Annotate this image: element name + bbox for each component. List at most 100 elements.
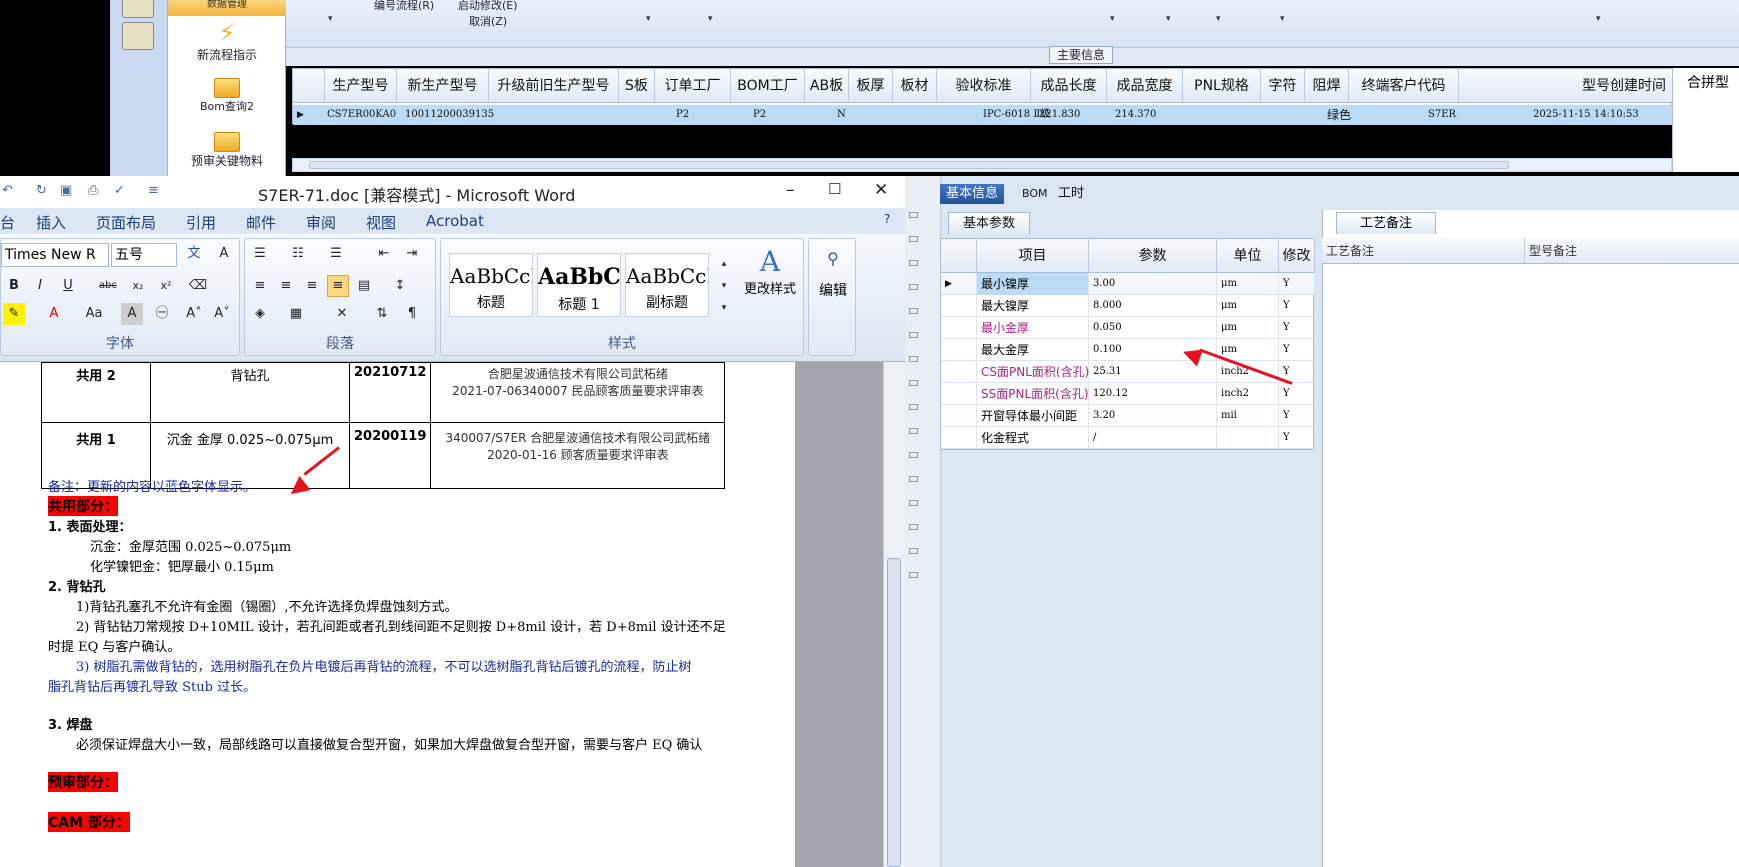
col-header[interactable]: PNL规格 (1183, 69, 1261, 103)
phonetic-icon[interactable]: 文 (183, 243, 205, 265)
tab-layout[interactable]: 页面布局 (96, 212, 156, 233)
menu-cancel[interactable]: 取消(Z) (469, 13, 507, 29)
dropdown-arrow-icon[interactable]: ▾ (1280, 14, 1285, 24)
col-header[interactable]: 升级前旧生产型号 (489, 69, 619, 103)
scroll-thumb[interactable] (887, 558, 901, 867)
align-left-icon[interactable]: ≡ (249, 275, 271, 297)
tab-insert[interactable]: 插入 (36, 212, 66, 233)
char-border-icon[interactable]: A (213, 243, 235, 265)
help-icon[interactable]: ? (884, 212, 890, 226)
borders-icon[interactable]: ▦ (285, 303, 307, 325)
subscript-icon[interactable]: x₂ (127, 275, 149, 297)
col-header[interactable]: 工艺备注 (1326, 238, 1374, 264)
col-header[interactable]: 阻焊 (1305, 69, 1349, 103)
clear-format-icon[interactable]: ⌫ (187, 275, 209, 297)
nav-item-preaudit[interactable]: 预审关键物料 (168, 132, 286, 169)
char-shading-icon[interactable]: A (121, 303, 143, 325)
bold-icon[interactable]: B (3, 275, 25, 297)
col-header[interactable]: 成品长度 (1031, 69, 1107, 103)
line-spacing-icon[interactable]: ↕ (389, 275, 411, 297)
print-icon[interactable]: ⎙ (88, 183, 98, 198)
distribute-icon[interactable]: ▤ (353, 275, 375, 297)
justify-icon[interactable]: ≡ (327, 275, 349, 297)
spell-icon[interactable]: ✓ (114, 183, 125, 198)
dropdown-arrow-icon[interactable]: ▾ (1216, 14, 1221, 24)
tab-view[interactable]: 视图 (366, 212, 396, 233)
table-row[interactable]: 化金程式 / Y (941, 427, 1315, 449)
styles-scroll-icon[interactable]: ▴ (713, 253, 735, 275)
italic-icon[interactable]: I (29, 275, 51, 297)
col-header[interactable]: 板厚 (849, 69, 893, 103)
nav-item-data-management[interactable]: 数据管理 (168, 0, 286, 16)
tab-craft-notes[interactable]: 工艺备注 (1336, 212, 1436, 234)
dropdown-arrow-icon[interactable]: ▾ (646, 14, 651, 24)
shading-icon[interactable]: ◈ (249, 303, 271, 325)
col-header[interactable]: 参数 (1089, 239, 1217, 273)
dropdown-arrow-icon[interactable]: ▾ (1596, 14, 1601, 24)
align-right-icon[interactable]: ≡ (301, 275, 323, 297)
col-header[interactable]: 验收标准 (937, 69, 1031, 103)
col-header[interactable]: 字符 (1261, 69, 1305, 103)
col-header[interactable]: AB板 (805, 69, 849, 103)
col-header[interactable]: 生产型号 (325, 69, 397, 103)
styles-scroll-icon[interactable]: ▾ (713, 275, 735, 297)
scroll-thumb[interactable] (309, 161, 1509, 169)
style-subtitle[interactable]: AaBbCcI 副标题 (625, 253, 709, 317)
tab-basic-info[interactable]: 基本信息 (940, 184, 1005, 204)
grow-font-icon[interactable]: A˄ (183, 303, 205, 325)
align-center-icon[interactable]: ≡ (275, 275, 297, 297)
document-page[interactable]: 共用 2 背钻孔 20210712 合肥星波通信技术有限公司武柘绪 2021-0… (0, 362, 795, 867)
highlight-icon[interactable]: ✎ (3, 303, 25, 325)
table-row[interactable]: 最大金厚 0.100 μm Y (941, 339, 1315, 361)
style-heading1[interactable]: AaBbC 标题 1 (537, 253, 621, 317)
col-header[interactable]: 终端客户代码 (1349, 69, 1459, 103)
sort-icon[interactable]: ⇅ (371, 303, 393, 325)
tab-work-hours[interactable]: 工时 (1052, 184, 1090, 204)
edit-button[interactable]: ⚲ 编辑 (811, 249, 855, 300)
calculator-icon[interactable] (122, 22, 154, 50)
grid-icon[interactable] (122, 0, 154, 18)
undo-icon[interactable]: ↶ (2, 183, 13, 198)
col-header[interactable]: 新生产型号 (397, 69, 489, 103)
redo-icon[interactable]: ↻ (36, 183, 47, 198)
style-title[interactable]: AaBbCcI 标题 (449, 253, 533, 317)
nav-item-bom-query[interactable]: Bom查询2 (168, 78, 286, 114)
open-icon[interactable]: ▣ (60, 183, 72, 198)
table-row[interactable]: 最大镍厚 8.000 μm Y (941, 295, 1315, 317)
col-header[interactable]: 成品宽度 (1107, 69, 1183, 103)
nav-item-new-flow[interactable]: ⚡ 新流程指示 (168, 20, 286, 63)
tab-home[interactable]: 台 (0, 212, 15, 233)
minimize-icon[interactable]: – (786, 180, 795, 200)
change-case-icon[interactable]: Aa (83, 303, 105, 325)
horizontal-scrollbar[interactable] (292, 158, 1672, 172)
show-marks-icon[interactable]: ¶ (401, 303, 423, 325)
shrink-font-icon[interactable]: A˅ (211, 303, 233, 325)
col-header[interactable]: 型号备注 (1524, 238, 1577, 264)
dropdown-arrow-icon[interactable]: ▾ (1110, 14, 1115, 24)
tab-mailings[interactable]: 邮件 (246, 212, 276, 233)
decrease-indent-icon[interactable]: ⇤ (373, 243, 395, 265)
tab-acrobat[interactable]: Acrobat (426, 212, 484, 230)
table-row[interactable]: ▶ CS7ER00KA0 10011200039135 P2 P2 N IPC-… (293, 105, 1673, 125)
font-size-box[interactable]: 五号 (111, 243, 177, 267)
table-row[interactable]: ▶ 最小镍厚 3.00 μm Y (941, 273, 1315, 295)
col-header[interactable]: 订单工厂 (655, 69, 731, 103)
dropdown-arrow-icon[interactable]: ▾ (328, 14, 333, 24)
customize-icon[interactable]: ≡ (148, 183, 159, 198)
col-header[interactable]: 项目 (977, 239, 1089, 273)
dropdown-arrow-icon[interactable]: ▾ (1166, 14, 1171, 24)
change-styles-button[interactable]: A 更改样式 (737, 245, 803, 297)
dropdown-arrow-icon[interactable]: ▾ (708, 14, 713, 24)
tab-bom[interactable]: BOM (1016, 184, 1054, 204)
tab-references[interactable]: 引用 (186, 212, 216, 233)
tab-review[interactable]: 审阅 (306, 212, 336, 233)
tab-basic-params[interactable]: 基本参数 (948, 212, 1031, 234)
col-header[interactable]: 单位 (1217, 239, 1279, 273)
font-color-icon[interactable]: A (43, 303, 65, 325)
chinese-layout-icon[interactable]: ✕ (331, 303, 353, 325)
col-header[interactable]: 型号创建时间 (1459, 69, 1673, 103)
table-row[interactable]: 开窗导体最小间距 3.20 mil Y (941, 405, 1315, 427)
increase-indent-icon[interactable]: ⇥ (401, 243, 423, 265)
bullets-icon[interactable]: ☰ (249, 243, 271, 265)
menu-start-modify[interactable]: 启动修改(E) (458, 0, 518, 13)
